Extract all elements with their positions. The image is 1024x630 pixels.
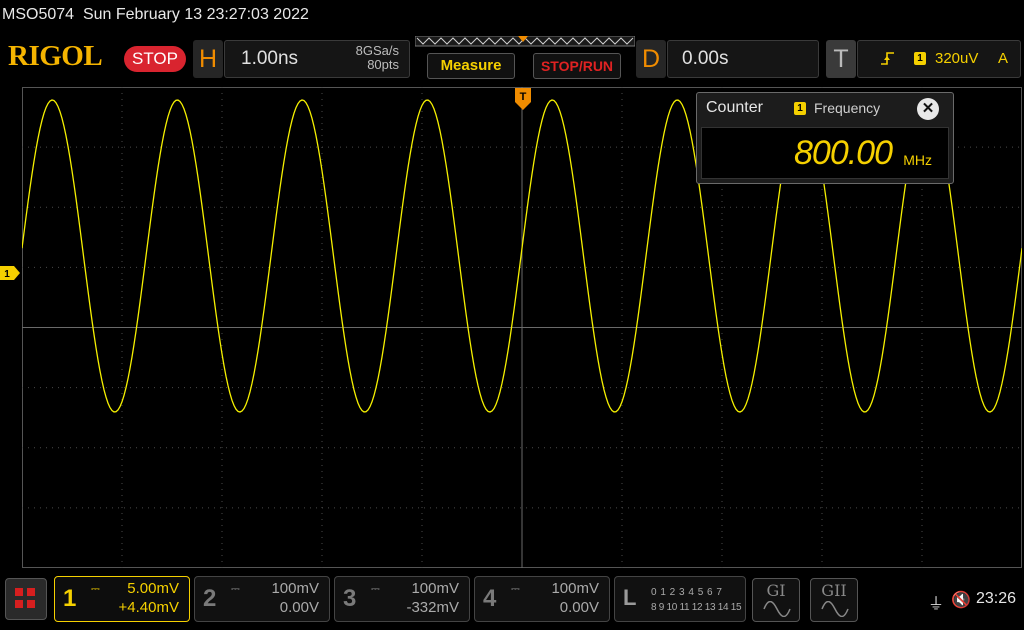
channel2-number: 2: [203, 585, 217, 612]
channel3-scale: 100mV: [411, 580, 459, 597]
rigol-logo: RIGOL: [8, 40, 103, 72]
channel3-number: 3: [343, 585, 357, 612]
channel1-number: 1: [63, 585, 77, 612]
channel4-scale: 100mV: [551, 580, 599, 597]
horizontal-menu-button[interactable]: H: [193, 40, 223, 78]
trigger-mode: A: [997, 50, 1008, 67]
channel2-scale: 100mV: [271, 580, 319, 597]
logic-channels-row1: 0 1 2 3 4 5 6 7: [651, 587, 723, 598]
channel1-marker-label: 1: [4, 269, 10, 280]
trigger-marker-label: T: [520, 91, 527, 103]
title-bar: MSO5074 Sun February 13 23:27:03 2022: [0, 0, 1024, 30]
counter-panel[interactable]: Counter 1 Frequency ✕ 800.00 MHz: [696, 92, 954, 184]
sine-wave-icon: [821, 601, 849, 617]
frequency-value: 800.00: [794, 134, 893, 172]
counter-title: Counter: [706, 99, 763, 116]
generator1-label: GI: [766, 581, 786, 600]
trigger-position-marker[interactable]: T: [515, 88, 531, 110]
stop-run-button[interactable]: STOP/RUN: [533, 53, 621, 79]
trigger-level: 320uV: [935, 50, 979, 67]
sample-rate-info: 8GSa/s 80pts: [356, 44, 399, 72]
model-name: MSO5074: [2, 6, 75, 23]
usb-icon: ⏚: [928, 596, 945, 613]
sine-wave-icon: [763, 601, 791, 617]
logic-letter: L: [623, 585, 637, 610]
channel4-box[interactable]: 4 ⎓ 100mV 0.00V: [474, 576, 610, 622]
trigger-position-strip: [415, 36, 635, 47]
main-menu-button[interactable]: [5, 578, 47, 620]
counter-source-channel: 1: [794, 102, 806, 115]
delay-menu-button[interactable]: D: [636, 40, 666, 78]
channel4-number: 4: [483, 585, 497, 612]
logic-analyzer-box[interactable]: L 0 1 2 3 4 5 6 7 8 9 10 11 12 13 14 15: [614, 576, 746, 622]
channel2-box[interactable]: 2 ⎓ 100mV 0.00V: [194, 576, 330, 622]
close-icon[interactable]: ✕: [917, 98, 939, 120]
channel2-offset: 0.00V: [279, 599, 319, 616]
horizontal-timebase-panel[interactable]: 1.00ns 8GSa/s 80pts: [224, 40, 410, 78]
clock-time: 23:26: [976, 590, 1017, 607]
generator2-button[interactable]: GII: [810, 578, 858, 622]
channel4-offset: 0.00V: [559, 599, 599, 616]
trigger-menu-button[interactable]: T: [826, 40, 856, 78]
sample-rate: 8GSa/s: [355, 43, 399, 58]
generator2-label: GII: [821, 581, 847, 600]
rising-edge-icon: [881, 52, 894, 65]
logic-channels-row2: 8 9 10 11 12 13 14 15: [651, 602, 742, 613]
run-state-badge[interactable]: STOP: [124, 46, 186, 72]
channel1-offset-marker[interactable]: 1: [0, 266, 22, 280]
oscilloscope-screen: MSO5074 Sun February 13 23:27:03 2022 RI…: [0, 0, 1024, 630]
channel1-scale: 5.00mV: [127, 580, 179, 597]
channel1-offset: +4.40mV: [118, 599, 179, 616]
delay-value: 0.00s: [682, 48, 729, 69]
memory-depth: 80pts: [367, 57, 399, 72]
generator1-button[interactable]: GI: [752, 578, 800, 622]
counter-readout: 800.00 MHz: [701, 127, 949, 179]
dc-coupling-icon: ⎓: [511, 583, 520, 595]
timebase-value: 1.00ns: [241, 48, 299, 69]
frequency-unit: MHz: [903, 152, 932, 168]
delay-panel[interactable]: 0.00s: [667, 40, 819, 78]
channel1-box[interactable]: 1 ⎓ 5.00mV +4.40mV: [54, 576, 190, 622]
speaker-mute-icon[interactable]: 🔇: [951, 590, 971, 610]
channel3-offset: -332mV: [406, 599, 459, 616]
datetime-text: Sun February 13 23:27:03 2022: [82, 6, 309, 23]
channel3-box[interactable]: 3 ⎓ 100mV -332mV: [334, 576, 470, 622]
dc-coupling-icon: ⎓: [231, 583, 240, 595]
trigger-source-channel: 1: [914, 52, 926, 65]
menu-grid-icon: [15, 588, 23, 596]
dc-coupling-icon: ⎓: [91, 583, 100, 595]
trigger-panel[interactable]: 1 320uV A: [857, 40, 1021, 78]
dc-coupling-icon: ⎓: [371, 583, 380, 595]
measure-button[interactable]: Measure: [427, 53, 515, 79]
counter-measure-type: Frequency: [814, 100, 881, 116]
